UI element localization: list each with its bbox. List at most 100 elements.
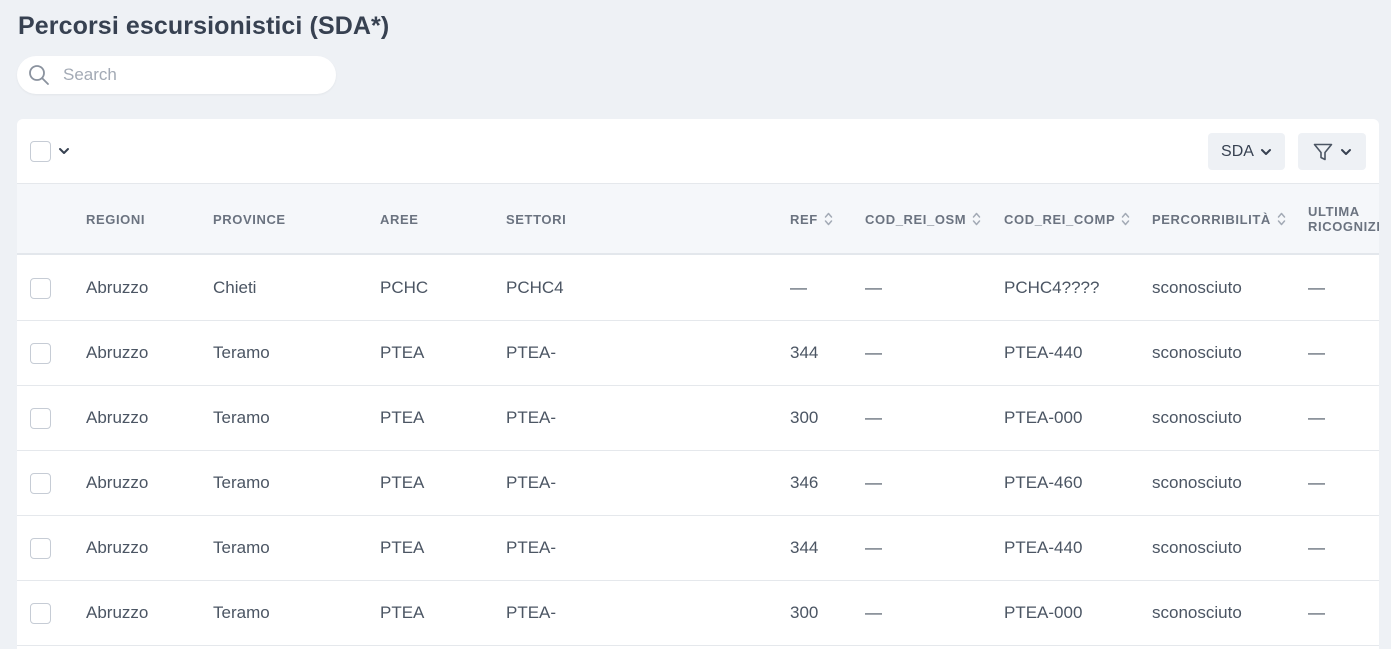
cell-percorribilita: sconosciuto: [1152, 408, 1242, 427]
cell-percorribilita: sconosciuto: [1152, 343, 1242, 362]
column-header-label: SETTORI: [506, 211, 567, 227]
row-checkbox[interactable]: [30, 473, 51, 494]
cell-cod-rei-osm: —: [865, 278, 882, 297]
cell-ref: 344: [790, 343, 819, 362]
cell-province: Teramo: [213, 473, 270, 492]
column-header-cod-rei-osm[interactable]: COD_REI_OSM: [865, 184, 981, 254]
cell-province: Teramo: [213, 538, 270, 557]
cell-cod-rei-comp: PTEA-000: [1004, 408, 1083, 427]
cell-ref: 346: [790, 473, 819, 492]
cell-regioni: Abruzzo: [86, 473, 149, 492]
row-checkbox[interactable]: [30, 538, 51, 559]
column-header-province: PROVINCE: [213, 184, 286, 254]
column-header-aree: AREE: [380, 184, 419, 254]
cell-province: Teramo: [213, 603, 270, 622]
chevron-down-icon: [1341, 148, 1351, 155]
cell-province: Chieti: [213, 278, 257, 297]
cell-cod-rei-osm: —: [865, 408, 882, 427]
cell-aree: PTEA: [380, 343, 425, 362]
cell-settori: PCHC4: [506, 278, 564, 297]
column-header-label: ULTIMA RICOGNIZI: [1308, 204, 1379, 234]
cell-cod-rei-osm: —: [865, 343, 882, 362]
chevron-down-icon: [1260, 148, 1271, 155]
cell-regioni: Abruzzo: [86, 343, 149, 362]
cell-aree: PTEA: [380, 473, 425, 492]
cell-aree: PTEA: [380, 538, 425, 557]
table-row[interactable]: Abruzzo Teramo PTEA PTEA- 344 — PTEA-440 sconos…: [17, 516, 1379, 581]
cell-ultima-ricognizione: —: [1308, 408, 1325, 427]
column-header-settori: SETTORI: [506, 184, 566, 254]
row-checkbox[interactable]: [30, 278, 51, 299]
cell-regioni: Abruzzo: [86, 408, 149, 427]
cell-cod-rei-comp: PTEA-000: [1004, 603, 1083, 622]
cell-province: Teramo: [213, 408, 270, 427]
resource-table-card: SDA REGIONI PROVINCE AREE SETTORI REF COD_REI…: [17, 119, 1379, 649]
search-box[interactable]: [17, 56, 336, 94]
cell-ref: —: [790, 278, 807, 297]
table-row[interactable]: Abruzzo Teramo PTEA PTEA- 346 — PTEA-460 sconos…: [17, 451, 1379, 516]
column-header-regioni: REGIONI: [86, 184, 145, 254]
filter-dropdown-button[interactable]: [1298, 133, 1366, 170]
cell-cod-rei-comp: PCHC4????: [1004, 278, 1100, 297]
sort-arrows-icon[interactable]: [1277, 211, 1286, 227]
cell-regioni: Abruzzo: [86, 538, 149, 557]
cell-province: Teramo: [213, 343, 270, 362]
cell-cod-rei-osm: —: [865, 603, 882, 622]
cell-cod-rei-osm: —: [865, 538, 882, 557]
cell-ref: 300: [790, 603, 819, 622]
cell-settori: PTEA-: [506, 408, 557, 427]
sort-arrows-icon[interactable]: [1121, 211, 1130, 227]
cell-percorribilita: sconosciuto: [1152, 603, 1242, 622]
column-header-ultima-ricognizione: ULTIMA RICOGNIZI: [1308, 184, 1379, 254]
cell-settori: PTEA-: [506, 538, 557, 557]
search-icon: [29, 65, 49, 85]
column-header-label: REF: [790, 211, 818, 227]
cell-percorribilita: sconosciuto: [1152, 473, 1242, 492]
cell-cod-rei-comp: PTEA-460: [1004, 473, 1083, 492]
column-header-percorribilita[interactable]: PERCORRIBILITÀ: [1152, 184, 1286, 254]
cell-settori: PTEA-: [506, 473, 557, 492]
cell-settori: PTEA-: [506, 603, 557, 622]
page-title: Percorsi escursionistici (SDA*): [18, 12, 390, 40]
cell-cod-rei-comp: PTEA-440: [1004, 343, 1083, 362]
column-header-label: PROVINCE: [213, 211, 286, 227]
cell-regioni: Abruzzo: [86, 278, 149, 297]
cell-ref: 344: [790, 538, 819, 557]
cell-settori: PTEA-: [506, 343, 557, 362]
row-checkbox[interactable]: [30, 603, 51, 624]
chevron-down-icon[interactable]: [58, 146, 70, 156]
column-header-label: COD_REI_COMP: [1004, 211, 1116, 227]
column-header-label: PERCORRIBILITÀ: [1152, 211, 1271, 227]
column-header-label: AREE: [380, 211, 419, 227]
table-row[interactable]: Abruzzo Chieti PCHC PCHC4 — — PCHC4???? sconosc…: [17, 256, 1379, 321]
table-row[interactable]: Abruzzo Teramo PTEA PTEA- 300 — PTEA-000 sconos…: [17, 386, 1379, 451]
cell-ultima-ricognizione: —: [1308, 538, 1325, 557]
table-row[interactable]: Abruzzo Teramo PTEA PTEA- 300 — PTEA-000 sconos…: [17, 581, 1379, 646]
cell-ultima-ricognizione: —: [1308, 603, 1325, 622]
cell-aree: PTEA: [380, 408, 425, 427]
column-header-ref[interactable]: REF: [790, 184, 833, 254]
cell-percorribilita: sconosciuto: [1152, 278, 1242, 297]
search-input[interactable]: [63, 56, 323, 94]
cell-aree: PCHC: [380, 278, 429, 297]
cell-aree: PTEA: [380, 603, 425, 622]
lens-label: SDA: [1221, 142, 1254, 160]
cell-ultima-ricognizione: —: [1308, 278, 1325, 297]
cell-ultima-ricognizione: —: [1308, 343, 1325, 362]
table-row[interactable]: Abruzzo Teramo PTEA PTEA- 344 — PTEA-440 sconos…: [17, 321, 1379, 386]
column-header-cod-rei-comp[interactable]: COD_REI_COMP: [1004, 184, 1130, 254]
cell-regioni: Abruzzo: [86, 603, 149, 622]
cell-ultima-ricognizione: —: [1308, 473, 1325, 492]
column-header-label: REGIONI: [86, 211, 146, 227]
sort-arrows-icon[interactable]: [824, 211, 833, 227]
lens-dropdown-button[interactable]: SDA: [1208, 133, 1285, 170]
cell-ref: 300: [790, 408, 819, 427]
column-header-label: COD_REI_OSM: [865, 211, 967, 227]
row-checkbox[interactable]: [30, 343, 51, 364]
row-checkbox[interactable]: [30, 408, 51, 429]
sort-arrows-icon[interactable]: [972, 211, 981, 227]
table-toolbar: SDA: [17, 119, 1379, 183]
select-all-checkbox[interactable]: [30, 141, 51, 162]
filter-funnel-icon: [1313, 143, 1333, 160]
cell-cod-rei-osm: —: [865, 473, 882, 492]
